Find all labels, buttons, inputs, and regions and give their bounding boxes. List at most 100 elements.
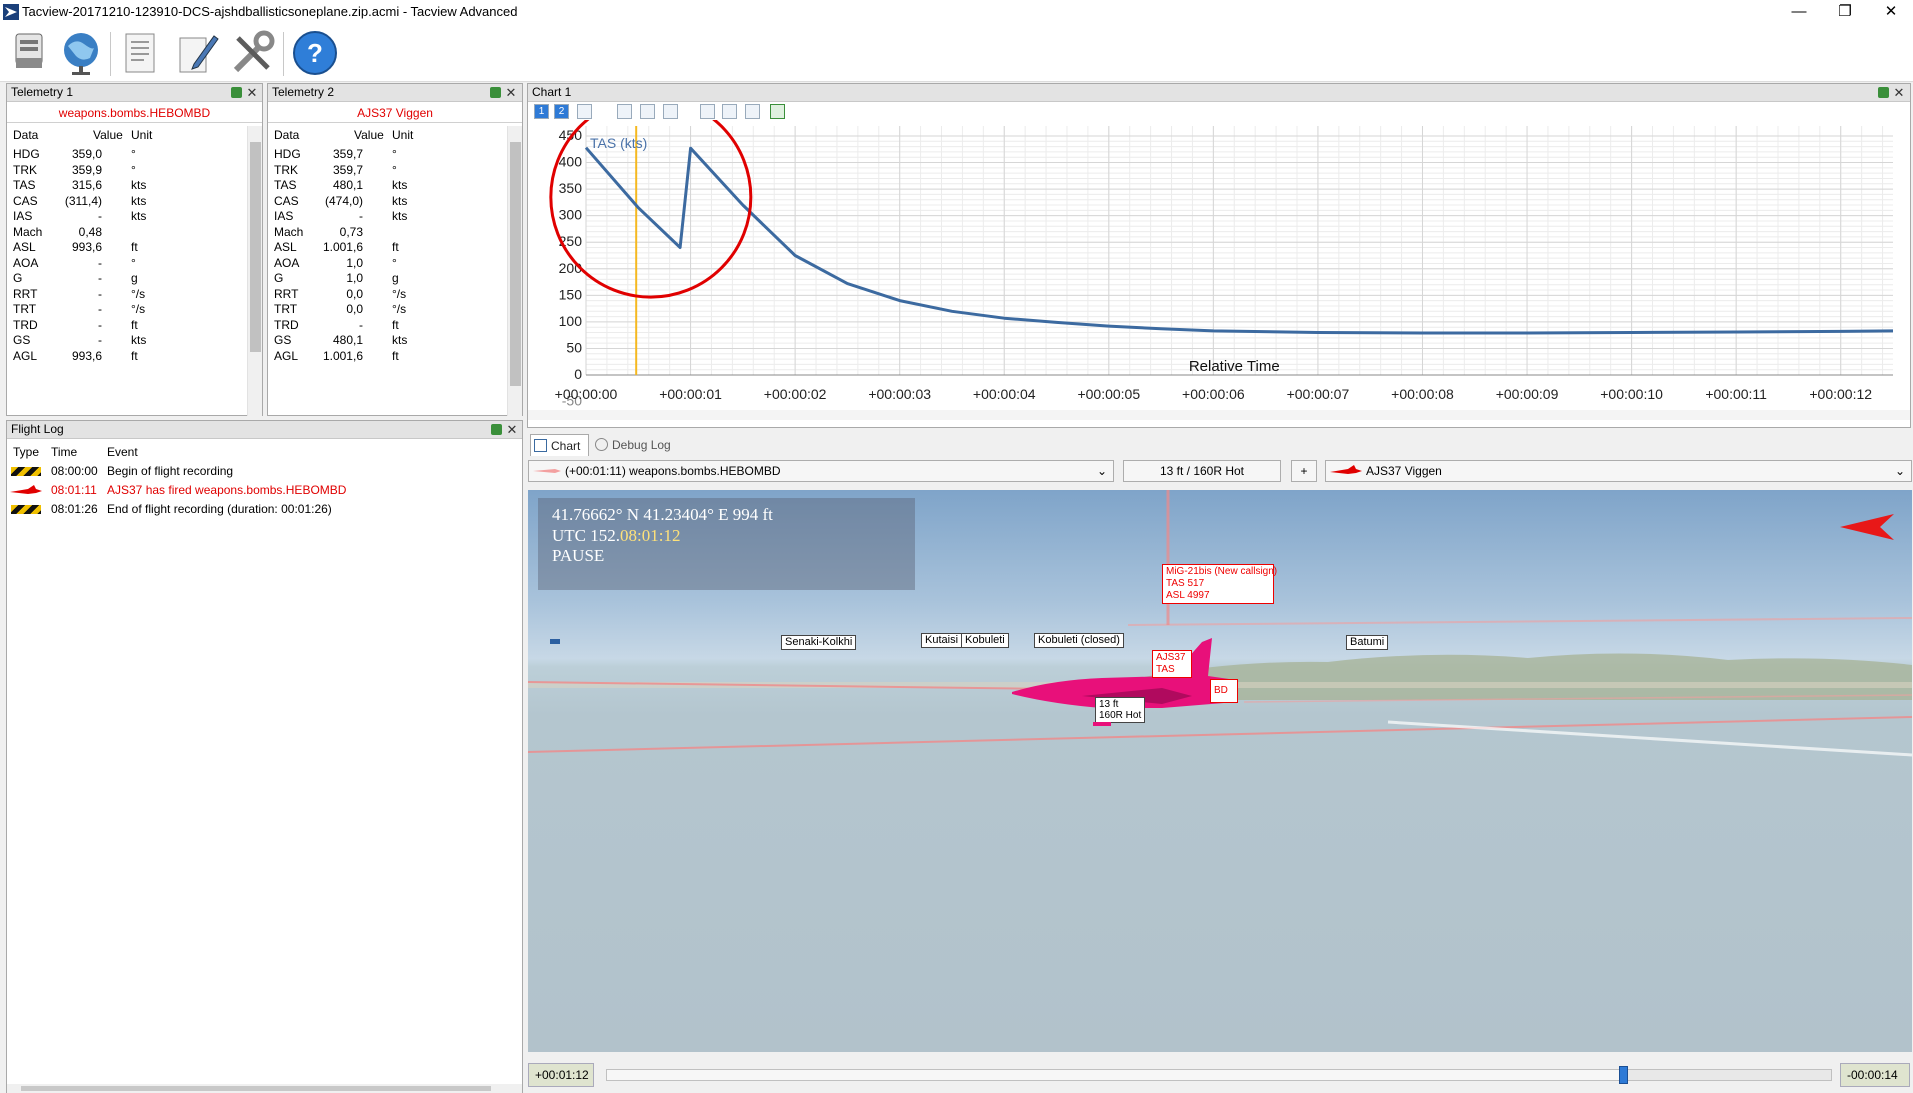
column-unit[interactable]: Unit [392,126,413,145]
chart-header: Chart 1 [528,84,1910,102]
x-tick-label: +00:00:09 [1496,386,1559,402]
flight-log-row[interactable]: 08:01:26 End of flight recording (duratio… [7,500,522,519]
minimize-button[interactable]: — [1776,0,1822,24]
flight-log-row[interactable]: 08:00:00 Begin of flight recording [7,462,522,481]
flight-log-time: 08:01:11 [51,483,97,497]
x-tick-label: +00:00:01 [659,386,722,402]
airport-label-senaki-kolkhi[interactable]: Senaki-Kolkhi [781,635,857,650]
hud-utc-prefix: UTC 152. [552,526,620,545]
hud-utc: UTC 152.08:01:12 [552,526,680,546]
timeline-thumb[interactable] [1618,1066,1628,1084]
tab-debug-log[interactable]: Debug Log [592,434,672,456]
remove-series-icon[interactable] [722,104,737,119]
window-title: Tacview-20171210-123910-DCS-ajshdballist… [22,4,518,19]
mig21-label[interactable]: MiG-21bis (New callsign) TAS 517 ASL 499… [1162,564,1278,604]
scrollbar-thumb[interactable] [510,142,521,386]
telemetry-object-name: weapons.bombs.HEBOMBD [7,103,262,123]
add-series-icon[interactable] [700,104,715,119]
flight-log-row[interactable]: 08:01:11 AJS37 has fired weapons.bombs.HE… [7,481,522,500]
x-tick-label: +00:00:10 [1600,386,1663,402]
3d-viewport[interactable]: 41.76662° N 41.23404° E 994 ft UTC 152.0… [528,490,1912,1052]
panel-title: Telemetry 1 [11,85,74,99]
chart-layout-1-icon[interactable] [617,104,632,119]
airport-label-kutaisi[interactable]: Kutaisi [921,633,963,648]
column-type[interactable]: Type [13,443,39,462]
target-select[interactable]: AJS37 Viggen ⌄ [1325,460,1912,482]
column-data[interactable]: Data [274,126,299,145]
zoom-fit-icon[interactable] [745,104,760,119]
airport-label-batumi[interactable]: Batumi [1346,635,1389,650]
object-select[interactable]: (+00:01:11) weapons.bombs.HEBOMBD ⌄ [528,460,1114,482]
column-unit[interactable]: Unit [131,126,152,145]
chart-layout-3-icon[interactable] [663,104,678,119]
close-button[interactable]: ✕ [1868,0,1913,24]
globe-icon[interactable] [56,28,106,78]
column-time[interactable]: Time [51,443,77,462]
add-view-button[interactable]: + [1291,460,1317,482]
export-excel-icon[interactable] [770,104,785,119]
chart-1-toggle-button[interactable]: 1 [534,104,549,119]
timeline-slider[interactable] [606,1066,1832,1084]
tas-chart[interactable]: 450400350300250200150100500-50+00:00:00 +… [528,120,1910,420]
pin-icon[interactable] [490,87,501,98]
help-icon[interactable]: ? [290,28,340,78]
telemetry-1-panel: Telemetry 1 ✕ weapons.bombs.HEBOMBD Data… [6,83,263,416]
aircraft-icon [1330,465,1362,474]
bomb-partial-label[interactable]: BD [1210,679,1238,703]
toolbar-separator [110,32,111,76]
close-panel-icon[interactable]: ✕ [504,84,518,102]
y-axis-label: TAS (kts) [590,135,647,151]
telemetry-object-name: AJS37 Viggen [268,103,522,123]
chevron-down-icon: ⌄ [1096,464,1107,478]
mig21-label-name: MiG-21bis (New callsign) [1166,566,1278,577]
ajs37-label[interactable]: AJS37 TAS [1152,650,1192,678]
column-value[interactable]: Value [93,126,123,145]
tools-icon[interactable] [228,28,278,78]
timeline-bar: +00:01:12 -00:00:14 [528,1057,1912,1093]
airport-label-kobuleti[interactable]: Kobuleti [961,633,1009,648]
flight-log-time: 08:00:00 [51,464,98,478]
flight-log-panel: Flight Log ✕ Type Time Event 08:00:00 Beg… [6,420,523,1093]
telemetry-column-headers: Data Value Unit [268,126,508,145]
telemetry-value: 1.001,6 [322,348,363,363]
zoom-tool-icon[interactable] [577,104,592,119]
column-event[interactable]: Event [107,443,138,462]
bomb-distance-label[interactable]: 13 ft 160R Hot [1095,697,1146,723]
x-axis-label: Relative Time [1189,358,1280,375]
tab-chart-1[interactable]: Chart 1 [530,434,589,475]
flight-log-event: End of flight recording (duration: 00:01… [107,502,332,516]
telemetry-row[interactable]: AGL 1.001,6 ft [268,347,506,366]
scrollbar-thumb[interactable] [250,142,261,352]
bomb-aspect-value: 160R Hot [1099,710,1142,721]
column-value[interactable]: Value [354,126,384,145]
north-arrow-icon [1840,514,1894,540]
chart-horizontal-scrollbar [528,410,1910,420]
pin-icon[interactable] [1878,87,1889,98]
document-icon[interactable] [116,28,166,78]
close-panel-icon[interactable]: ✕ [505,421,519,439]
restore-button[interactable]: ❐ [1822,0,1868,24]
chart-layout-2-icon[interactable] [640,104,655,119]
x-tick-label: +00:00:05 [1077,386,1140,402]
pin-icon[interactable] [491,424,502,435]
horizontal-scrollbar[interactable] [7,1084,522,1093]
column-data[interactable]: Data [13,126,38,145]
close-panel-icon[interactable]: ✕ [245,84,259,102]
telemetry-row[interactable]: AGL 993,6 ft [7,347,245,366]
flight-log-column-headers: Type Time Event [7,443,522,462]
scrollbar-thumb[interactable] [21,1086,491,1091]
chart-2-toggle-button[interactable]: 2 [554,104,569,119]
x-tick-label: +00:00:08 [1391,386,1454,402]
airport-label-kobuleti-closed[interactable]: Kobuleti (closed) [1034,633,1124,648]
open-recording-icon[interactable] [4,28,54,78]
chevron-down-icon: ⌄ [1894,464,1905,478]
pen-icon[interactable] [172,28,222,78]
close-panel-icon[interactable]: ✕ [1892,84,1906,102]
pin-icon[interactable] [231,87,242,98]
vertical-scrollbar[interactable] [507,126,522,416]
x-tick-label: +00:00:06 [1182,386,1245,402]
y-tick-label: 400 [559,154,583,170]
telemetry-data-name: AGL [13,348,38,363]
vertical-scrollbar[interactable] [247,126,262,416]
y-tick-label: 150 [559,286,583,302]
